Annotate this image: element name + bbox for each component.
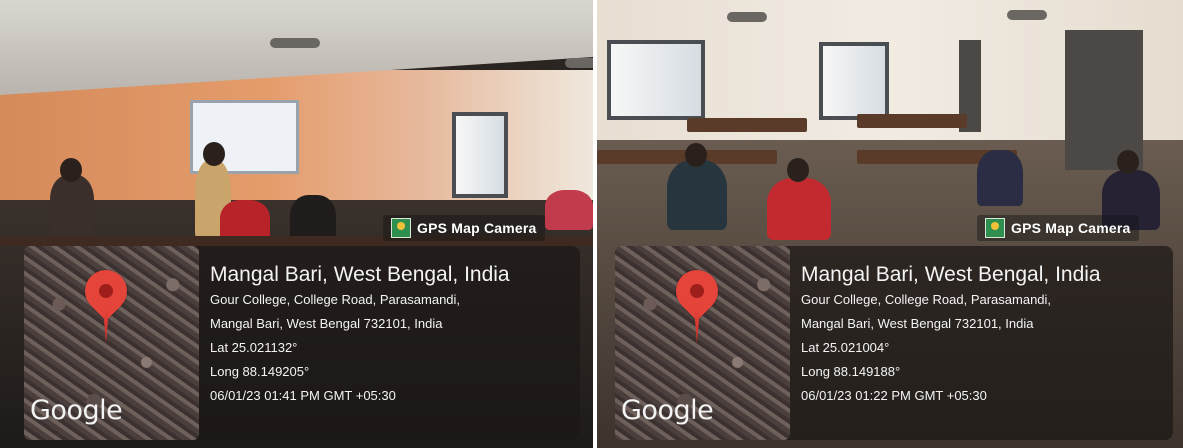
classroom-photo-1: GPS Map Camera Google Mangal Bari, West … bbox=[0, 0, 593, 448]
ceiling-fan bbox=[727, 12, 767, 22]
geotag-panel: Google Mangal Bari, West Bengal, India G… bbox=[615, 246, 1173, 440]
geotag-panel: Google Mangal Bari, West Bengal, India G… bbox=[24, 246, 580, 440]
address-line-2: Mangal Bari, West Bengal 732101, India bbox=[801, 316, 1034, 331]
ceiling-fan bbox=[1007, 10, 1047, 20]
longitude-readout: Long 88.149188° bbox=[801, 364, 901, 379]
gps-badge: GPS Map Camera bbox=[383, 215, 545, 241]
location-title: Mangal Bari, West Bengal, India bbox=[801, 263, 1101, 286]
timestamp: 06/01/23 01:41 PM GMT +05:30 bbox=[210, 388, 396, 403]
gps-badge-label: GPS Map Camera bbox=[1011, 220, 1131, 236]
longitude-readout: Long 88.149205° bbox=[210, 364, 310, 379]
classroom-photo-2: GPS Map Camera Google Mangal Bari, West … bbox=[597, 0, 1183, 448]
latitude-readout: Lat 25.021004° bbox=[801, 340, 890, 355]
gps-map-camera-icon bbox=[391, 218, 411, 238]
photo-collage: GPS Map Camera Google Mangal Bari, West … bbox=[0, 0, 1183, 448]
location-title: Mangal Bari, West Bengal, India bbox=[210, 263, 510, 286]
geotag-info: Mangal Bari, West Bengal, India Gour Col… bbox=[210, 262, 574, 408]
latitude-readout: Lat 25.021132° bbox=[210, 340, 298, 355]
gps-badge: GPS Map Camera bbox=[977, 215, 1139, 241]
timestamp: 06/01/23 01:22 PM GMT +05:30 bbox=[801, 388, 987, 403]
geotag-info: Mangal Bari, West Bengal, India Gour Col… bbox=[801, 262, 1167, 408]
address-line-2: Mangal Bari, West Bengal 732101, India bbox=[210, 316, 443, 331]
gps-badge-label: GPS Map Camera bbox=[417, 220, 537, 236]
satellite-map-thumbnail: Google bbox=[615, 246, 790, 440]
address-line-1: Gour College, College Road, Parasamandi, bbox=[801, 292, 1052, 307]
map-brand-label: Google bbox=[30, 395, 123, 426]
window bbox=[607, 40, 705, 120]
wall-fan bbox=[565, 58, 593, 68]
address-line-1: Gour College, College Road, Parasamandi, bbox=[210, 292, 461, 307]
ceiling-fan bbox=[270, 38, 320, 48]
door bbox=[1065, 30, 1143, 170]
window bbox=[452, 112, 508, 198]
window bbox=[819, 42, 889, 120]
gps-map-camera-icon bbox=[985, 218, 1005, 238]
satellite-map-thumbnail: Google bbox=[24, 246, 199, 440]
map-brand-label: Google bbox=[621, 395, 714, 426]
